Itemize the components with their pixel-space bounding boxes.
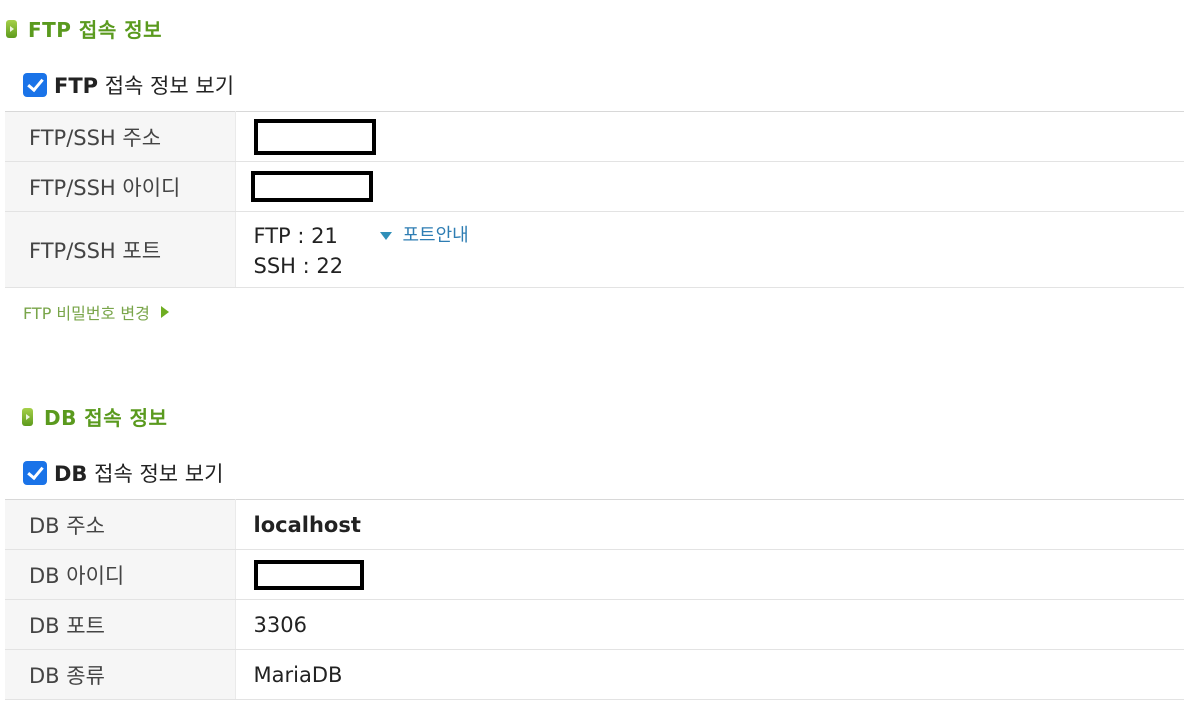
table-row: DB 아이디 <box>5 549 1184 600</box>
ftp-password-change-link[interactable]: FTP 비밀번호 변경 <box>23 300 169 324</box>
table-row: DB 포트 3306 <box>5 599 1184 650</box>
port-guide-link[interactable]: 포트안내 <box>379 221 469 251</box>
ftp-section-title: FTP 접속 정보 <box>28 18 162 42</box>
redacted-block <box>253 118 376 155</box>
ftp-port-label: FTP/SSH 포트 <box>5 211 236 288</box>
triangle-down-icon <box>379 231 392 240</box>
section-bullet-icon <box>22 407 33 426</box>
ssh-port-line: SSH : 22 <box>253 253 344 278</box>
ftp-port-value: FTP : 21 SSH : 22 포트안내 <box>235 211 1184 288</box>
db-info-table: DB 주소 localhost DB 아이디 DB 포트 3306 DB 종류 … <box>5 499 1184 700</box>
section-bullet-icon <box>6 19 17 38</box>
ftp-show-toggle[interactable]: FTP 접속 정보 보기 <box>23 70 234 100</box>
db-type-value: MariaDB <box>235 649 1184 700</box>
db-id-label: DB 아이디 <box>5 549 236 600</box>
db-port-value: 3306 <box>235 599 1184 650</box>
db-section-title: DB 접속 정보 <box>44 406 168 430</box>
table-row: DB 주소 localhost <box>5 499 1184 550</box>
redacted-block <box>253 559 364 590</box>
ftp-id-value <box>235 161 1184 212</box>
ftp-address-value <box>235 111 1184 162</box>
table-row: FTP/SSH 아이디 <box>5 161 1184 212</box>
ftp-id-label: FTP/SSH 아이디 <box>5 161 236 212</box>
table-row: FTP/SSH 포트 FTP : 21 SSH : 22 포트안내 <box>5 211 1184 288</box>
db-show-label[interactable]: DB 접속 정보 보기 <box>54 458 223 488</box>
ftp-show-label[interactable]: FTP 접속 정보 보기 <box>54 70 234 100</box>
table-row: DB 종류 MariaDB <box>5 649 1184 700</box>
db-address-value: localhost <box>235 499 1184 550</box>
triangle-right-icon <box>160 306 169 318</box>
redacted-block <box>250 171 373 202</box>
db-show-checkbox[interactable] <box>23 461 47 485</box>
ftp-info-table: FTP/SSH 주소 FTP/SSH 아이디 FTP/SSH 포트 FTP : … <box>5 111 1184 288</box>
ftp-password-change-label[interactable]: FTP 비밀번호 변경 <box>23 300 150 324</box>
ftp-section-header: FTP 접속 정보 <box>6 14 162 43</box>
db-port-label: DB 포트 <box>5 599 236 650</box>
db-address-label: DB 주소 <box>5 499 236 550</box>
table-row: FTP/SSH 주소 <box>5 111 1184 162</box>
db-show-toggle[interactable]: DB 접속 정보 보기 <box>23 458 223 488</box>
ftp-address-label: FTP/SSH 주소 <box>5 111 236 162</box>
db-id-value <box>235 549 1184 600</box>
db-section-header: DB 접속 정보 <box>22 402 167 431</box>
port-guide-label[interactable]: 포트안내 <box>403 221 469 251</box>
ftp-show-checkbox[interactable] <box>23 73 47 97</box>
db-type-label: DB 종류 <box>5 649 236 700</box>
